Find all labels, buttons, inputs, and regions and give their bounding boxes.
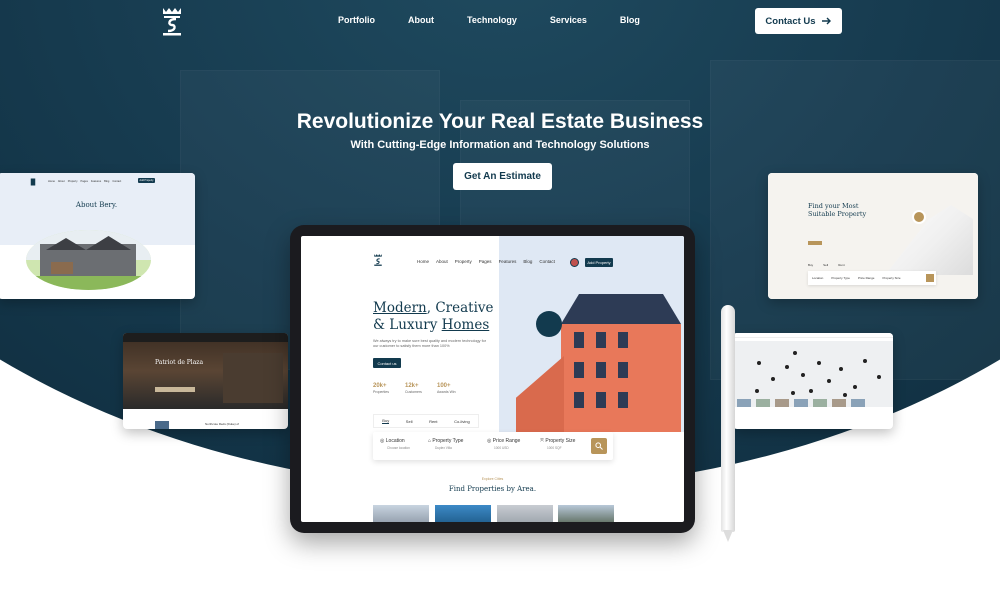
tablet-tabs: Buy Sell Rent Co-living [373, 414, 479, 428]
search-button[interactable] [591, 438, 607, 454]
house-image [26, 230, 151, 290]
map-preview-card [733, 333, 893, 429]
tablet-headline-2: & Luxury Homes [373, 317, 490, 333]
mini-nav-item: Property [67, 180, 78, 183]
search-location-field[interactable]: ◎ Location Choose location [380, 438, 410, 450]
suitable-title-1: Find your Most [808, 202, 859, 210]
mini-nav-item: About [57, 180, 65, 183]
tablet-nav-item[interactable]: Pages [479, 259, 492, 264]
stat-awards: 100+ Awards Win [437, 383, 456, 394]
mini-nav-item: Contact [112, 180, 122, 183]
tablet-nav-item[interactable]: About [436, 259, 448, 264]
hero-title: Revolutionize Your Real Estate Business [296, 110, 704, 133]
tab-buy[interactable]: Buy [382, 418, 390, 424]
about-card-title: About Bery. [75, 201, 118, 209]
mini-nav-item: Blog [104, 180, 110, 183]
mini-nav-item: Pages [80, 180, 88, 183]
brand-logo[interactable] [160, 6, 184, 38]
nav-portfolio[interactable]: Portfolio [338, 15, 375, 25]
area-thumbnail[interactable] [558, 505, 614, 522]
hero-section: Portfolio About Technology Services Blog… [0, 0, 1000, 600]
mini-add-property-button: Add Property [138, 178, 155, 183]
search-property-size-field[interactable]: ⤧ Property Size 1000 SQF [540, 438, 575, 450]
tablet-paragraph: We always try to make sure best quality … [373, 339, 487, 348]
get-estimate-button[interactable]: Get An Estimate [453, 163, 552, 190]
tablet-nav-item[interactable]: Contact [539, 259, 555, 264]
main-nav: Portfolio About Technology Services Blog [338, 15, 673, 25]
section-subtitle: Explore Cities [481, 477, 504, 481]
stylus-pen [721, 305, 735, 542]
building-image [516, 266, 684, 432]
nav-blog[interactable]: Blog [620, 15, 640, 25]
tablet-logo-icon [374, 254, 382, 266]
mini-nav-item: Features [90, 180, 102, 183]
tablet-nav: Home About Property Pages Features Blog … [417, 259, 555, 264]
suitable-field: Property Size [882, 276, 901, 280]
tab-rent[interactable]: Rent [429, 419, 437, 424]
suitable-field: Location [812, 276, 824, 280]
suitable-tab-sell: Sell [823, 263, 829, 267]
suitable-tab-buy: Buy [808, 263, 814, 267]
map-pins-icon [755, 351, 881, 397]
tab-sell[interactable]: Sell [406, 419, 413, 424]
nav-technology[interactable]: Technology [467, 15, 517, 25]
rotating-badge-icon [536, 311, 562, 337]
about-preview-card: Home About Property Pages Features Blog … [0, 173, 195, 299]
tablet-nav-item[interactable]: Home [417, 259, 429, 264]
tablet-screen: Home About Property Pages Features Blog … [301, 236, 684, 522]
arrow-right-icon [821, 17, 831, 25]
property-search-bar: ◎ Location Choose location ⌂ Property Typ… [373, 432, 613, 460]
section-title: Find Properties by Area. [448, 485, 537, 493]
area-thumbnail[interactable] [373, 505, 429, 522]
area-thumbnail[interactable] [497, 505, 553, 522]
search-property-type-field[interactable]: ⌂ Property Type Duplex Villa [428, 438, 463, 450]
tablet-nav-item[interactable]: Property [455, 259, 472, 264]
suitable-field: Property Type [831, 276, 850, 280]
hero-subtitle: With Cutting-Edge Information and Techno… [350, 139, 650, 151]
suitable-title-2: Suitable Property [808, 210, 867, 218]
plaza-title: Patriot de Plaza [155, 359, 204, 366]
mini-nav-item: Home [48, 180, 55, 183]
tablet-nav-item[interactable]: Features [499, 259, 517, 264]
suitable-field: Price Range [857, 276, 875, 280]
tablet-nav-item[interactable]: Blog [523, 259, 532, 264]
contact-us-label: Contact Us [765, 15, 816, 27]
tablet-contact-button[interactable]: Contact us [373, 358, 401, 368]
tablet-headline-1: Modern, Creative [373, 300, 494, 316]
nav-services[interactable]: Services [550, 15, 587, 25]
tab-coliving[interactable]: Co-living [454, 419, 470, 424]
suitable-tab-rent: Rent [838, 263, 845, 267]
stat-properties: 20k+ Properties [373, 383, 389, 394]
mini-logo-icon [30, 178, 36, 186]
suitable-property-card: Find your Most Suitable Property Buy Sel… [768, 173, 978, 299]
tablet-mockup: Home About Property Pages Features Blog … [290, 225, 695, 533]
search-price-range-field[interactable]: ◎ Price Range 1000 USD [487, 438, 520, 450]
nav-about[interactable]: About [408, 15, 434, 25]
contact-us-button[interactable]: Contact Us [755, 8, 842, 34]
plaza-preview-card: Patriot de Plaza Northcote Reds (Duke) o… [123, 333, 288, 429]
stat-customers: 12k+ Customers [405, 383, 422, 394]
plaza-caption: Northcote Reds (Duke) of [205, 422, 240, 426]
search-icon [595, 442, 603, 450]
area-thumbnail[interactable] [435, 505, 491, 522]
